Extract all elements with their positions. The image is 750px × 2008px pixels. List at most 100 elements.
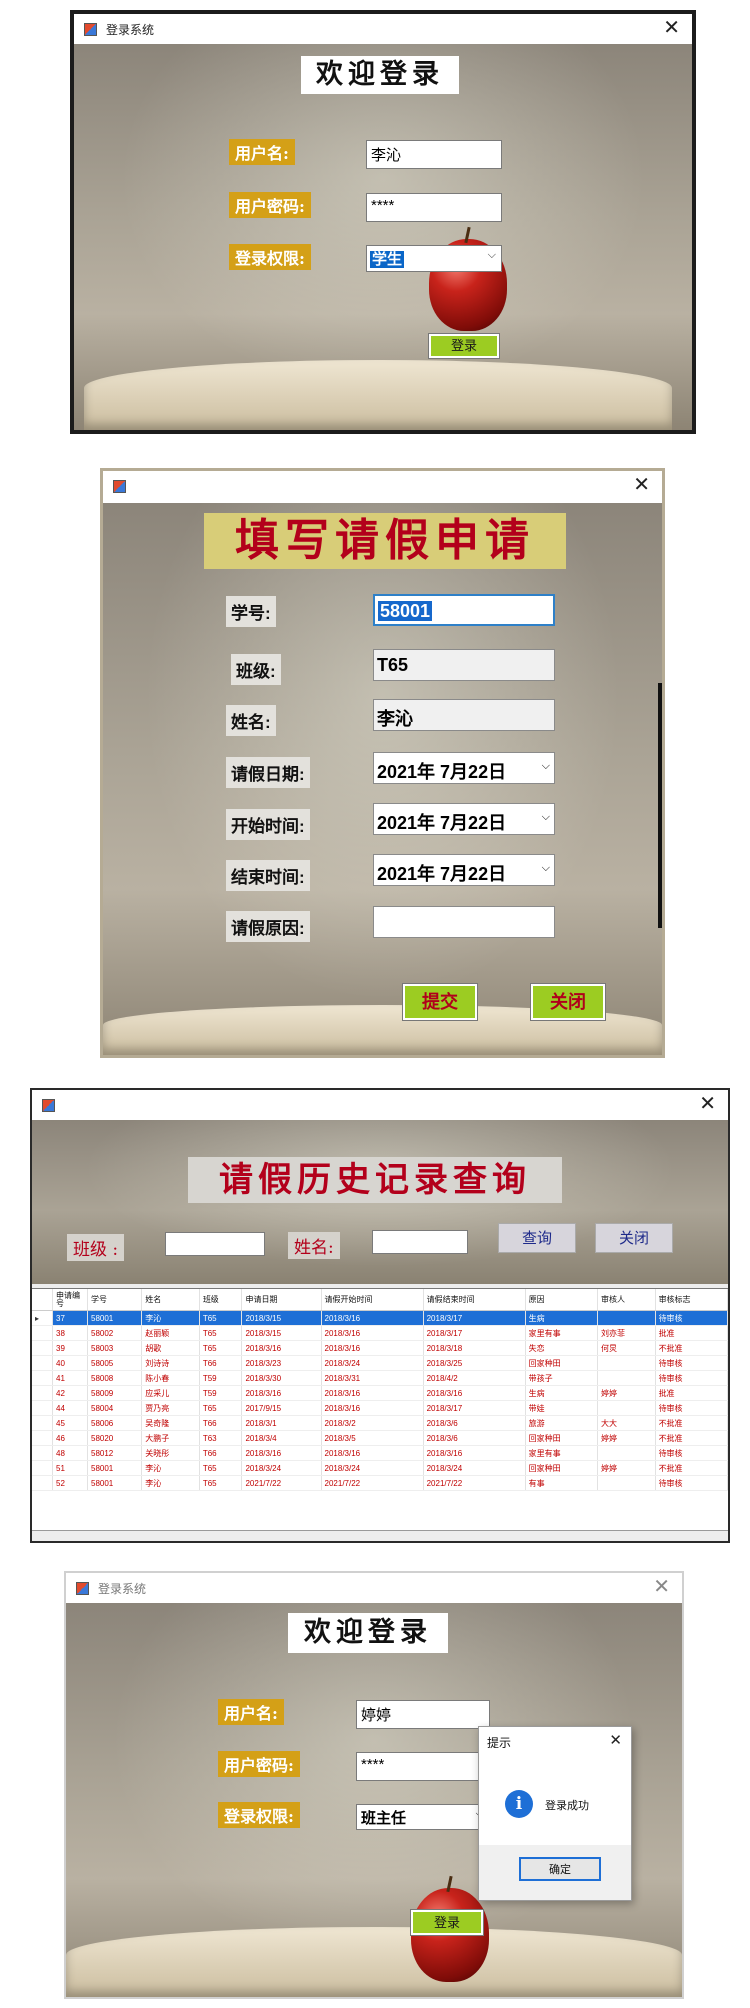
table-row[interactable]: 38 58002 赵丽颖 T65 2018/3/15 2018/3/16 2018/3/17…: [32, 1325, 728, 1341]
close-icon[interactable]: ✕: [609, 1731, 622, 1749]
table-row[interactable]: 46 58020 大鹏子 T63 2018/3/4 2018/3/5 2018/3/6 回家种…: [32, 1430, 728, 1446]
row-header-corner: [32, 1289, 53, 1311]
column-header[interactable]: 姓名: [141, 1289, 200, 1311]
username-label: 用户名:: [229, 139, 295, 165]
reason-input[interactable]: [373, 906, 555, 938]
login-button[interactable]: 登录: [428, 333, 500, 359]
table-cell: 2018/3/18: [423, 1340, 526, 1356]
app-icon: [76, 1582, 89, 1595]
student-id-input[interactable]: 58001: [373, 594, 555, 626]
column-header[interactable]: 学号: [87, 1289, 143, 1311]
close-icon[interactable]: ✕: [663, 17, 680, 39]
table-cell: 37: [52, 1310, 88, 1326]
row-selector[interactable]: [32, 1475, 53, 1491]
table-cell: 2018/3/16: [241, 1445, 322, 1461]
table-row[interactable]: 41 58008 陈小春 T59 2018/3/30 2018/3/31 2018/4/2 带…: [32, 1370, 728, 1386]
name-input[interactable]: [372, 1230, 468, 1254]
close-icon[interactable]: ✕: [653, 1576, 670, 1598]
class-input[interactable]: [165, 1232, 265, 1256]
end-time-value: 2021年 7月22日: [377, 864, 507, 884]
table-cell: 应采儿: [141, 1385, 200, 1401]
close-icon[interactable]: ✕: [633, 474, 650, 496]
table-cell: 带娃: [525, 1400, 599, 1416]
chevron-down-icon: ⌵: [541, 760, 550, 772]
table-cell: T59: [199, 1370, 243, 1386]
history-grid[interactable]: 申请编号 学号 姓名 班级 申请日期 请假开始时间 请假结束时间 原因 审核人 审核标志 ▸ 37 5…: [32, 1288, 728, 1531]
table-row[interactable]: 44 58004 贾乃亮 T65 2017/9/15 2018/3/16 2018/3/17…: [32, 1400, 728, 1416]
column-header[interactable]: 申请编号: [52, 1289, 88, 1311]
table-row[interactable]: 52 58001 李沁 T65 2021/7/22 2021/7/22 2021/7/22 有…: [32, 1475, 728, 1491]
table-cell: 2018/3/16: [321, 1340, 424, 1356]
row-selector[interactable]: [32, 1400, 53, 1416]
table-cell: 批准: [655, 1325, 728, 1341]
ok-button[interactable]: 确定: [519, 1857, 601, 1881]
column-header[interactable]: 审核标志: [655, 1289, 728, 1311]
table-row[interactable]: 45 58006 吴奇隆 T66 2018/3/1 2018/3/2 2018/3/6 旅游大…: [32, 1415, 728, 1431]
table-cell: 58006: [87, 1415, 143, 1431]
username-input[interactable]: 婷婷: [356, 1700, 490, 1729]
table-row[interactable]: 51 58001 李沁 T65 2018/3/24 2018/3/24 2018/3/24 回…: [32, 1460, 728, 1476]
column-header[interactable]: 请假结束时间: [423, 1289, 526, 1311]
table-cell: [597, 1400, 656, 1416]
password-input[interactable]: ****: [356, 1752, 490, 1781]
table-cell: [597, 1445, 656, 1461]
query-button[interactable]: 查询: [498, 1223, 576, 1253]
role-select[interactable]: 班主任 ⌵: [356, 1804, 490, 1830]
username-input[interactable]: 李沁: [366, 140, 502, 169]
role-label: 登录权限:: [229, 244, 311, 270]
table-cell: 2018/3/23: [241, 1355, 322, 1371]
table-cell: 待审核: [655, 1310, 728, 1326]
table-cell: 带孩子: [525, 1370, 599, 1386]
close-button[interactable]: 关闭: [595, 1223, 673, 1253]
table-cell: 38: [52, 1325, 88, 1341]
name-input[interactable]: 李沁: [373, 699, 555, 731]
column-header[interactable]: 请假开始时间: [321, 1289, 424, 1311]
row-selector[interactable]: [32, 1415, 53, 1431]
end-time-picker[interactable]: 2021年 7月22日 ⌵: [373, 854, 555, 886]
table-cell: T65: [199, 1460, 243, 1476]
table-cell: 刘诗诗: [141, 1355, 200, 1371]
table-cell: [597, 1370, 656, 1386]
history-table: 申请编号 学号 姓名 班级 申请日期 请假开始时间 请假结束时间 原因 审核人 审核标志 ▸ 37 5…: [32, 1289, 728, 1491]
row-selector[interactable]: ▸: [32, 1310, 53, 1326]
app-icon: [84, 23, 97, 36]
column-header[interactable]: 申请日期: [241, 1289, 322, 1311]
row-selector[interactable]: [32, 1340, 53, 1356]
table-row[interactable]: ▸ 37 58001 李沁 T65 2018/3/15 2018/3/16 2018/3/17…: [32, 1310, 728, 1326]
table-cell: 家里有事: [525, 1325, 599, 1341]
table-row[interactable]: 39 58003 胡歌 T65 2018/3/16 2018/3/16 2018/3/18 失…: [32, 1340, 728, 1356]
success-dialog: 提示 ✕ i 登录成功 确定: [478, 1726, 632, 1901]
table-cell: 婷婷: [597, 1385, 656, 1401]
row-selector[interactable]: [32, 1445, 53, 1461]
row-selector[interactable]: [32, 1460, 53, 1476]
table-cell: 贾乃亮: [141, 1400, 200, 1416]
column-header[interactable]: 审核人: [597, 1289, 656, 1311]
role-select[interactable]: 学生 ⌵: [366, 245, 502, 272]
row-selector[interactable]: [32, 1325, 53, 1341]
login-button[interactable]: 登录: [410, 1909, 484, 1936]
table-cell: 不批准: [655, 1430, 728, 1446]
row-selector[interactable]: [32, 1385, 53, 1401]
row-selector[interactable]: [32, 1430, 53, 1446]
table-row[interactable]: 48 58012 关晓彤 T66 2018/3/16 2018/3/16 2018/3/16…: [32, 1445, 728, 1461]
leave-date-value: 2021年 7月22日: [377, 762, 507, 782]
start-time-picker[interactable]: 2021年 7月22日 ⌵: [373, 803, 555, 835]
table-row[interactable]: 40 58005 刘诗诗 T66 2018/3/23 2018/3/24 2018/3/25…: [32, 1355, 728, 1371]
table-cell: 胡歌: [141, 1340, 200, 1356]
leave-date-picker[interactable]: 2021年 7月22日 ⌵: [373, 752, 555, 784]
class-input[interactable]: T65: [373, 649, 555, 681]
table-cell: 待审核: [655, 1475, 728, 1491]
column-header[interactable]: 原因: [525, 1289, 599, 1311]
submit-button[interactable]: 提交: [402, 983, 478, 1021]
password-input[interactable]: ****: [366, 193, 502, 222]
column-header[interactable]: 班级: [199, 1289, 243, 1311]
apple-image: [411, 1888, 489, 1982]
close-button[interactable]: 关闭: [530, 983, 606, 1021]
login-window: 登录系统 ✕ 欢迎登录 用户名: 李沁 用户密码: **** 登录权限: 学生 …: [70, 10, 696, 434]
table-cell: 生病: [525, 1385, 599, 1401]
row-selector[interactable]: [32, 1355, 53, 1371]
table-cell: 婷婷: [597, 1430, 656, 1446]
close-icon[interactable]: ✕: [699, 1093, 716, 1115]
table-row[interactable]: 42 58009 应采儿 T59 2018/3/16 2018/3/16 2018/3/16…: [32, 1385, 728, 1401]
row-selector[interactable]: [32, 1370, 53, 1386]
